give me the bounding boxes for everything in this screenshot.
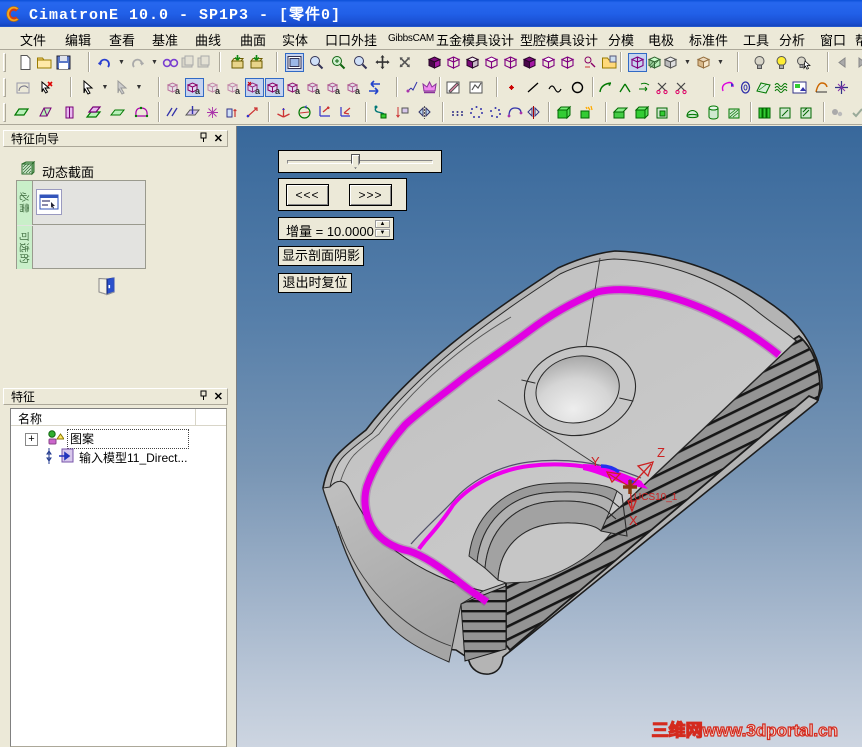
svg-text:a: a: [335, 86, 341, 96]
svg-text:a: a: [195, 86, 201, 96]
svg-text:a: a: [235, 86, 241, 96]
svg-text:Y: Y: [591, 454, 600, 469]
svg-text:X: X: [629, 513, 638, 528]
svg-text:a: a: [355, 86, 361, 96]
svg-text:a: a: [315, 86, 321, 96]
svg-text:UCS10_1: UCS10_1: [634, 492, 678, 503]
svg-text:a: a: [295, 86, 301, 96]
svg-text:a: a: [175, 86, 181, 96]
svg-text:a: a: [275, 86, 281, 96]
svg-text:a: a: [255, 86, 261, 96]
svg-text:a: a: [215, 86, 221, 96]
svg-text:Z: Z: [657, 445, 665, 460]
